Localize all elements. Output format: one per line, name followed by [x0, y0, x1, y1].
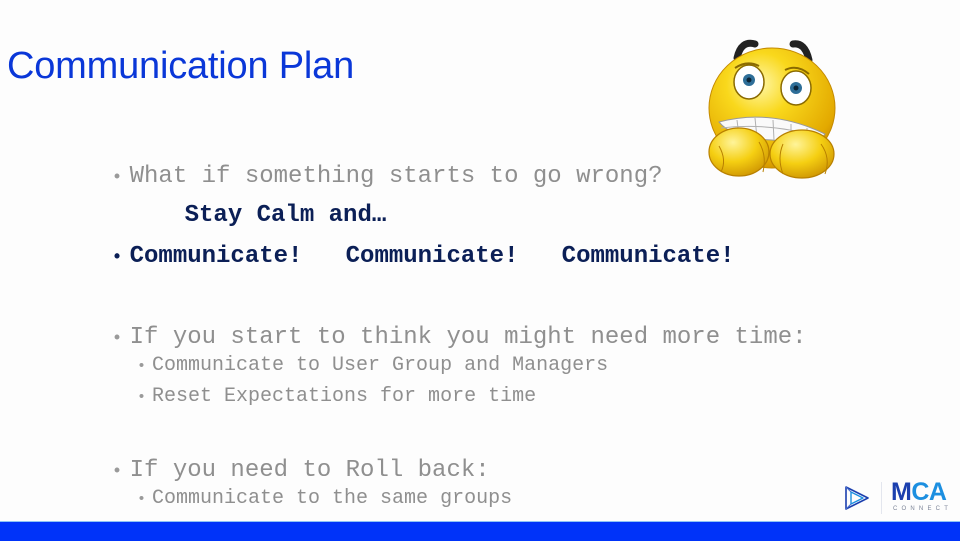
logo-letters-dark: M — [891, 478, 912, 506]
logo-letters-light: CA — [911, 478, 947, 506]
worried-smiley-emoji-icon — [708, 39, 836, 179]
bullet-dot: • — [137, 389, 147, 406]
bullet-text: Reset Expectations for more time — [152, 385, 537, 408]
footer-bar — [0, 521, 960, 541]
bullet-item-emphasis: • Communicate! Communicate! Communicate! — [54, 221, 735, 293]
sub-bullet-item: • Reset Expectations for more time — [89, 367, 536, 427]
sub-bullet-item: • Communicate to the same groups — [89, 469, 512, 529]
slide-title: Communication Plan — [7, 45, 355, 87]
bullet-text: Communicate! Communicate! Communicate! — [129, 243, 735, 270]
bullet-text: Communicate to the same groups — [152, 487, 513, 510]
play-triangle-logo-icon — [845, 486, 869, 510]
logo-subtitle: CONNECT — [893, 506, 953, 512]
logo-divider — [881, 482, 882, 514]
bullet-dot: • — [137, 491, 147, 508]
bullet-dot: • — [111, 248, 123, 268]
logo-wordmark: MCA — [891, 478, 947, 506]
mca-connect-logo: MCA CONNECT — [840, 478, 950, 518]
